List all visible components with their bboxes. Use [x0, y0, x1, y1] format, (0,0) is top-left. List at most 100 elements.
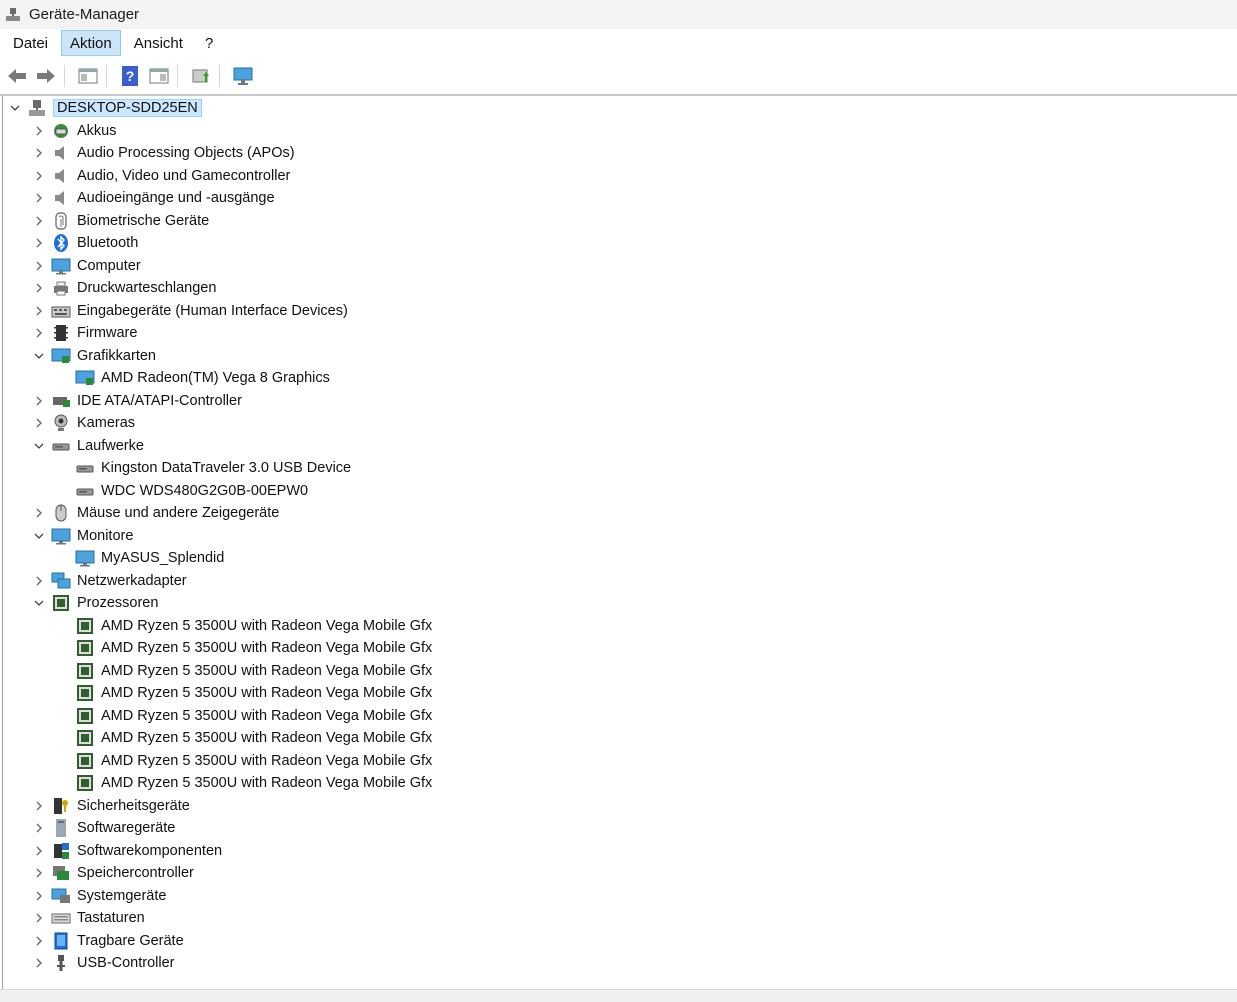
- tree-device-node[interactable]: MyASUS_Splendid: [57, 547, 224, 569]
- tree-expander[interactable]: [33, 192, 45, 204]
- tree-category-node[interactable]: Laufwerke: [33, 435, 144, 457]
- menu-help[interactable]: ?: [196, 30, 222, 56]
- tree-category-node[interactable]: Audio Processing Objects (APOs): [33, 142, 295, 164]
- tree-category-node[interactable]: Softwaregeräte: [33, 817, 175, 839]
- chevron-right-icon: [36, 238, 42, 248]
- tree-expander[interactable]: [33, 867, 45, 879]
- show-hide-console-tree-button[interactable]: [76, 64, 100, 88]
- tree-category-node[interactable]: Netzwerkadapter: [33, 570, 187, 592]
- tree-expander[interactable]: [33, 395, 45, 407]
- tree-category-node[interactable]: Akkus: [33, 120, 117, 142]
- back-button[interactable]: [5, 64, 29, 88]
- tree-category-node[interactable]: Bluetooth: [33, 232, 138, 254]
- tree-expander[interactable]: [33, 822, 45, 834]
- tree-category-node[interactable]: Monitore: [33, 525, 133, 547]
- software-component-icon: [51, 841, 71, 861]
- tree-device-node[interactable]: AMD Ryzen 5 3500U with Radeon Vega Mobil…: [57, 727, 432, 749]
- tree-expander[interactable]: [33, 800, 45, 812]
- tree-node-label: Akkus: [77, 122, 117, 139]
- tree-category-node[interactable]: Audioeingänge und -ausgänge: [33, 187, 275, 209]
- help-button[interactable]: ?: [118, 64, 142, 88]
- tree-category-node[interactable]: Tragbare Geräte: [33, 930, 184, 952]
- tree-category-node[interactable]: Tastaturen: [33, 907, 145, 929]
- tree-device-node[interactable]: AMD Ryzen 5 3500U with Radeon Vega Mobil…: [57, 750, 432, 772]
- tree-expander[interactable]: [9, 102, 21, 114]
- tree-expander[interactable]: [33, 282, 45, 294]
- tree-category-node[interactable]: Sicherheitsgeräte: [33, 795, 190, 817]
- tree-node-label: Tragbare Geräte: [77, 932, 184, 949]
- tree-device-node[interactable]: WDC WDS480G2G0B-00EPW0: [57, 480, 308, 502]
- tree-expander[interactable]: [33, 890, 45, 902]
- disk-drive-icon: [75, 458, 95, 478]
- tree-device-node[interactable]: AMD Radeon(TM) Vega 8 Graphics: [57, 367, 330, 389]
- window-title: Geräte-Manager: [29, 6, 140, 23]
- tree-expander[interactable]: [33, 260, 45, 272]
- menu-ansicht[interactable]: Ansicht: [125, 30, 192, 56]
- tree-expander-placeholder: [57, 710, 69, 722]
- chevron-right-icon: [36, 801, 42, 810]
- tree-expander[interactable]: [33, 507, 45, 519]
- tree-category-node[interactable]: Prozessoren: [33, 592, 158, 614]
- tree-category-node[interactable]: Firmware: [33, 322, 137, 344]
- tree-expander[interactable]: [33, 305, 45, 317]
- tree-expander[interactable]: [33, 845, 45, 857]
- tree-expander[interactable]: [33, 170, 45, 182]
- tree-category-node[interactable]: Eingabegeräte (Human Interface Devices): [33, 300, 348, 322]
- tree-device-node[interactable]: AMD Ryzen 5 3500U with Radeon Vega Mobil…: [57, 637, 432, 659]
- tree-device-node[interactable]: AMD Ryzen 5 3500U with Radeon Vega Mobil…: [57, 772, 432, 794]
- tree-expander[interactable]: [33, 125, 45, 137]
- tree-node-label: Tastaturen: [77, 910, 145, 926]
- tree-category-node[interactable]: Mäuse und andere Zeigegeräte: [33, 502, 279, 524]
- menu-aktion[interactable]: Aktion: [61, 30, 121, 56]
- tree-node-label: Prozessoren: [77, 595, 159, 611]
- tree-expander[interactable]: [33, 350, 45, 362]
- firmware-chip-icon: [51, 323, 71, 343]
- tree-category-node[interactable]: Druckwarteschlangen: [33, 277, 216, 299]
- tree-expander[interactable]: [33, 147, 45, 159]
- tree-category-node[interactable]: Systemgeräte: [33, 885, 166, 907]
- toolbar-separator: [64, 64, 65, 87]
- keyboard-icon: [51, 908, 71, 928]
- tree-expander[interactable]: [33, 237, 45, 249]
- tree-expander[interactable]: [33, 912, 45, 924]
- tree-node-label: Laufwerke: [77, 437, 144, 454]
- tree-expander[interactable]: [33, 935, 45, 947]
- update-driver-button[interactable]: [189, 64, 213, 88]
- processor-icon: [75, 661, 95, 681]
- scan-hardware-button[interactable]: [231, 64, 255, 88]
- tree-device-node[interactable]: AMD Ryzen 5 3500U with Radeon Vega Mobil…: [57, 660, 432, 682]
- tree-device-node[interactable]: Kingston DataTraveler 3.0 USB Device: [57, 457, 351, 479]
- title-bar: Geräte-Manager: [0, 0, 1237, 29]
- menu-datei[interactable]: Datei: [4, 30, 57, 56]
- forward-button[interactable]: [34, 64, 58, 88]
- ide-controller-icon: [51, 391, 71, 411]
- tree-category-node[interactable]: Computer: [33, 255, 141, 277]
- tree-expander[interactable]: [33, 597, 45, 609]
- tree-category-node[interactable]: Biometrische Geräte: [33, 210, 209, 232]
- status-bar: [0, 989, 1237, 1002]
- tree-category-node[interactable]: IDE ATA/ATAPI-Controller: [33, 390, 242, 412]
- tree-device-node[interactable]: AMD Ryzen 5 3500U with Radeon Vega Mobil…: [57, 615, 432, 637]
- tree-node-label: USB-Controller: [77, 955, 175, 971]
- tree-category-node[interactable]: Audio, Video und Gamecontroller: [33, 165, 290, 187]
- tree-expander[interactable]: [33, 957, 45, 969]
- tree-root-node[interactable]: DESKTOP-SDD25EN: [9, 97, 202, 119]
- tree-expander-placeholder: [57, 372, 69, 384]
- tree-expander[interactable]: [33, 530, 45, 542]
- tree-category-node[interactable]: Kameras: [33, 412, 135, 434]
- properties-button[interactable]: [147, 64, 171, 88]
- tree-category-node[interactable]: Speichercontroller: [33, 862, 194, 884]
- tree-expander[interactable]: [33, 440, 45, 452]
- tree-expander[interactable]: [33, 215, 45, 227]
- webcam-icon: [51, 413, 71, 433]
- tree-expander[interactable]: [33, 327, 45, 339]
- tree-expander-placeholder: [57, 732, 69, 744]
- tree-device-node[interactable]: AMD Ryzen 5 3500U with Radeon Vega Mobil…: [57, 682, 432, 704]
- tree-expander[interactable]: [33, 575, 45, 587]
- tree-expander[interactable]: [33, 417, 45, 429]
- tree-category-node[interactable]: Softwarekomponenten: [33, 840, 222, 862]
- tree-category-node[interactable]: USB-Controller: [33, 952, 175, 974]
- toolbar-separator: [219, 64, 220, 87]
- tree-device-node[interactable]: AMD Ryzen 5 3500U with Radeon Vega Mobil…: [57, 705, 432, 727]
- tree-category-node[interactable]: Grafikkarten: [33, 345, 156, 367]
